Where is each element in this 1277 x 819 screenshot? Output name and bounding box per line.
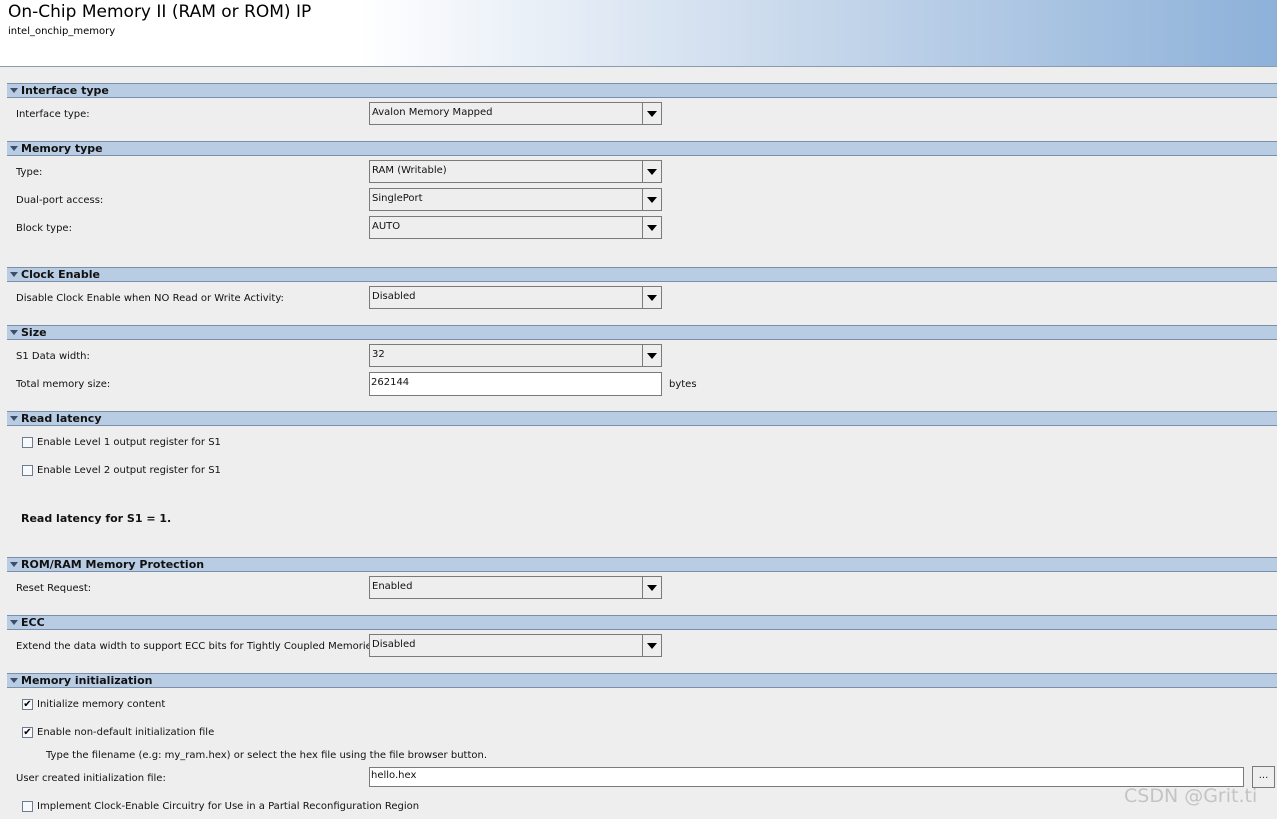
dropdown-value: Disabled xyxy=(372,639,416,650)
user-file-input[interactable]: hello.hex xyxy=(369,767,1244,787)
collapse-triangle-icon[interactable] xyxy=(10,330,18,335)
reset-request-dropdown[interactable]: Enabled xyxy=(369,576,662,599)
collapse-triangle-icon[interactable] xyxy=(10,146,18,151)
section-title: ECC xyxy=(21,616,45,629)
disable-clock-label: Disable Clock Enable when NO Read or Wri… xyxy=(16,293,284,304)
section-clock-enable[interactable]: Clock Enable xyxy=(7,267,1277,282)
ecc-extend-label: Extend the data width to support ECC bit… xyxy=(16,641,381,652)
file-hint-text: Type the filename (e.g: my_ram.hex) or s… xyxy=(46,750,488,761)
dropdown-button[interactable] xyxy=(642,217,661,238)
non-default-file-label: Enable non-default initialization file xyxy=(37,727,215,738)
dropdown-value: SinglePort xyxy=(372,193,423,204)
section-memory-type[interactable]: Memory type xyxy=(7,141,1277,156)
collapse-triangle-icon[interactable] xyxy=(10,272,18,277)
chevron-down-icon xyxy=(647,295,657,301)
section-interface-type[interactable]: Interface type xyxy=(7,83,1277,98)
section-title: Interface type xyxy=(21,84,109,97)
dropdown-value: Enabled xyxy=(372,581,413,592)
section-title: Memory initialization xyxy=(21,674,153,687)
collapse-triangle-icon[interactable] xyxy=(10,678,18,683)
collapse-triangle-icon[interactable] xyxy=(10,620,18,625)
block-type-dropdown[interactable]: AUTO xyxy=(369,216,662,239)
section-title: Size xyxy=(21,326,47,339)
interface-type-dropdown[interactable]: Avalon Memory Mapped xyxy=(369,102,662,125)
dropdown-value: AUTO xyxy=(372,221,401,232)
clock-enable-circuitry-label: Implement Clock-Enable Circuitry for Use… xyxy=(37,801,420,812)
dropdown-value: Disabled xyxy=(372,291,416,302)
user-file-label: User created initialization file: xyxy=(16,773,166,784)
section-read-latency[interactable]: Read latency xyxy=(7,411,1277,426)
chevron-down-icon xyxy=(647,643,657,649)
section-title: Read latency xyxy=(21,412,102,425)
dropdown-button[interactable] xyxy=(642,345,661,366)
block-type-label: Block type: xyxy=(16,223,72,234)
chevron-down-icon xyxy=(647,169,657,175)
section-ecc[interactable]: ECC xyxy=(7,615,1277,630)
dropdown-button[interactable] xyxy=(642,635,661,656)
data-width-dropdown[interactable]: 32 xyxy=(369,344,662,367)
level2-register-checkbox[interactable] xyxy=(22,465,33,476)
level1-register-label: Enable Level 1 output register for S1 xyxy=(37,437,221,448)
component-name: intel_onchip_memory xyxy=(8,26,116,37)
init-content-label: Initialize memory content xyxy=(37,699,166,710)
section-size[interactable]: Size xyxy=(7,325,1277,340)
chevron-down-icon xyxy=(647,585,657,591)
dropdown-button[interactable] xyxy=(642,287,661,308)
chevron-down-icon xyxy=(647,197,657,203)
dropdown-value: Avalon Memory Mapped xyxy=(372,107,493,118)
level2-register-label: Enable Level 2 output register for S1 xyxy=(37,465,221,476)
collapse-triangle-icon[interactable] xyxy=(10,562,18,567)
dropdown-button[interactable] xyxy=(642,189,661,210)
dropdown-value: RAM (Writable) xyxy=(372,165,447,176)
section-title: ROM/RAM Memory Protection xyxy=(21,558,205,571)
section-memory-initialization[interactable]: Memory initialization xyxy=(7,673,1277,688)
reset-request-label: Reset Request: xyxy=(16,583,92,594)
dual-port-dropdown[interactable]: SinglePort xyxy=(369,188,662,211)
dropdown-button[interactable] xyxy=(642,161,661,182)
collapse-triangle-icon[interactable] xyxy=(10,88,18,93)
total-size-label: Total memory size: xyxy=(16,379,111,390)
chevron-down-icon xyxy=(647,225,657,231)
non-default-file-checkbox[interactable]: ✔ xyxy=(22,727,33,738)
dropdown-button[interactable] xyxy=(642,103,661,124)
ecc-extend-dropdown[interactable]: Disabled xyxy=(369,634,662,657)
section-title: Memory type xyxy=(21,142,103,155)
ip-header: On-Chip Memory II (RAM or ROM) IP intel_… xyxy=(0,0,1277,67)
data-width-label: S1 Data width: xyxy=(16,351,90,362)
dropdown-value: 32 xyxy=(372,349,385,360)
dual-port-label: Dual-port access: xyxy=(16,195,104,206)
type-label: Type: xyxy=(16,167,43,178)
section-title: Clock Enable xyxy=(21,268,100,281)
level1-register-checkbox[interactable] xyxy=(22,437,33,448)
page-title: On-Chip Memory II (RAM or ROM) IP xyxy=(8,2,312,22)
type-dropdown[interactable]: RAM (Writable) xyxy=(369,160,662,183)
chevron-down-icon xyxy=(647,111,657,117)
init-content-checkbox[interactable]: ✔ xyxy=(22,699,33,710)
size-unit-label: bytes xyxy=(669,379,697,390)
watermark-text: CSDN @Grit.ti xyxy=(1124,785,1258,807)
clock-enable-circuitry-checkbox[interactable] xyxy=(22,801,33,812)
collapse-triangle-icon[interactable] xyxy=(10,416,18,421)
disable-clock-dropdown[interactable]: Disabled xyxy=(369,286,662,309)
input-value: 262144 xyxy=(371,377,410,388)
total-size-input[interactable]: 262144 xyxy=(369,372,662,396)
dropdown-button[interactable] xyxy=(642,577,661,598)
interface-type-label: Interface type: xyxy=(16,109,90,120)
read-latency-note: Read latency for S1 = 1. xyxy=(21,512,172,525)
section-memory-protection[interactable]: ROM/RAM Memory Protection xyxy=(7,557,1277,572)
input-value: hello.hex xyxy=(371,770,417,781)
chevron-down-icon xyxy=(647,353,657,359)
